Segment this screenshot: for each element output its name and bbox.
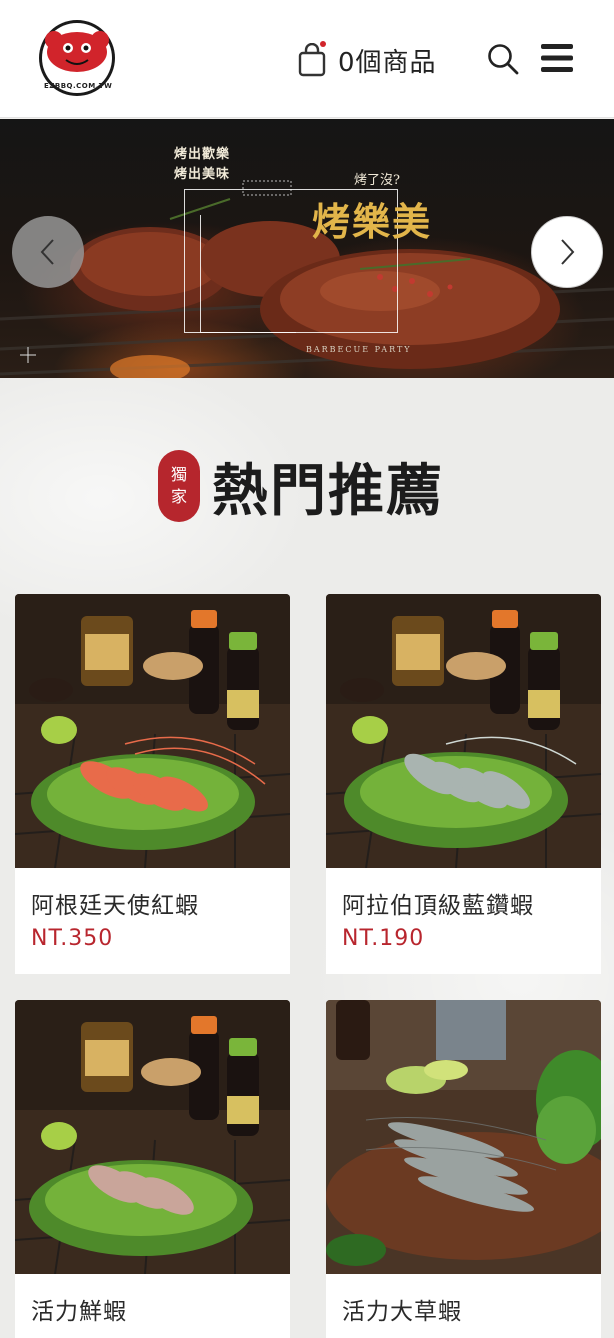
section-heading: 獨 家 熱門推薦 xyxy=(158,450,444,524)
badge-line1: 獨 xyxy=(170,465,187,484)
banner-tagline-line2: 烤出美味 xyxy=(174,167,231,182)
product-image[interactable] xyxy=(326,594,601,868)
logo-caption: EZBBQ.COM.TW xyxy=(44,82,113,90)
banner-title: 烤樂美 xyxy=(312,199,433,244)
banner-next-button[interactable] xyxy=(531,216,603,288)
shopping-bag-icon xyxy=(298,41,326,77)
cart-button[interactable]: 0個商品 xyxy=(298,40,437,80)
product-price: NT.350 xyxy=(31,926,114,951)
product-card[interactable]: 阿拉伯頂級藍鑽蝦 NT.190 xyxy=(326,594,601,974)
cart-indicator-dot xyxy=(320,41,326,47)
product-card[interactable]: 活力鮮蝦 xyxy=(15,1000,290,1338)
banner-frame-decoration-inner xyxy=(200,215,296,333)
exclusive-badge: 獨 家 xyxy=(158,450,200,522)
product-card[interactable]: 活力大草蝦 xyxy=(326,1000,601,1338)
banner-subtitle: BARBECUE PARTY xyxy=(306,345,412,354)
hero-banner[interactable]: 烤出歡樂 烤出美味 烤了沒? 烤樂美 BARBECUE PARTY xyxy=(0,119,614,378)
chevron-right-icon xyxy=(561,239,575,265)
banner-tagline-line1: 烤出歡樂 xyxy=(174,147,231,162)
badge-line2: 家 xyxy=(170,487,187,506)
cart-count-label: 0個商品 xyxy=(338,47,437,78)
site-header: EZBBQ.COM.TW 0個商品 xyxy=(0,0,614,118)
product-image[interactable] xyxy=(326,1000,601,1274)
product-name[interactable]: 活力大草蝦 xyxy=(342,1292,462,1326)
banner-question: 烤了沒? xyxy=(354,173,400,188)
banner-tagline: 烤出歡樂 烤出美味 xyxy=(174,145,230,185)
product-image[interactable] xyxy=(15,1000,290,1274)
product-name[interactable]: 阿根廷天使紅蝦 xyxy=(31,886,199,920)
product-name[interactable]: 活力鮮蝦 xyxy=(31,1292,127,1326)
hamburger-menu-icon[interactable] xyxy=(540,40,574,76)
chevron-left-icon xyxy=(40,239,54,265)
featured-section: 獨 家 熱門推薦 阿根廷天使紅蝦 NT.350 阿拉伯頂級藍鑽蝦 NT.190 … xyxy=(0,378,614,1338)
product-price: NT.190 xyxy=(342,926,425,951)
banner-prev-button[interactable] xyxy=(12,216,84,288)
product-name[interactable]: 阿拉伯頂級藍鑽蝦 xyxy=(342,886,534,920)
product-image[interactable] xyxy=(15,594,290,868)
search-icon[interactable] xyxy=(486,42,520,76)
section-title: 熱門推薦 xyxy=(212,458,444,524)
product-card[interactable]: 阿根廷天使紅蝦 NT.350 xyxy=(15,594,290,974)
